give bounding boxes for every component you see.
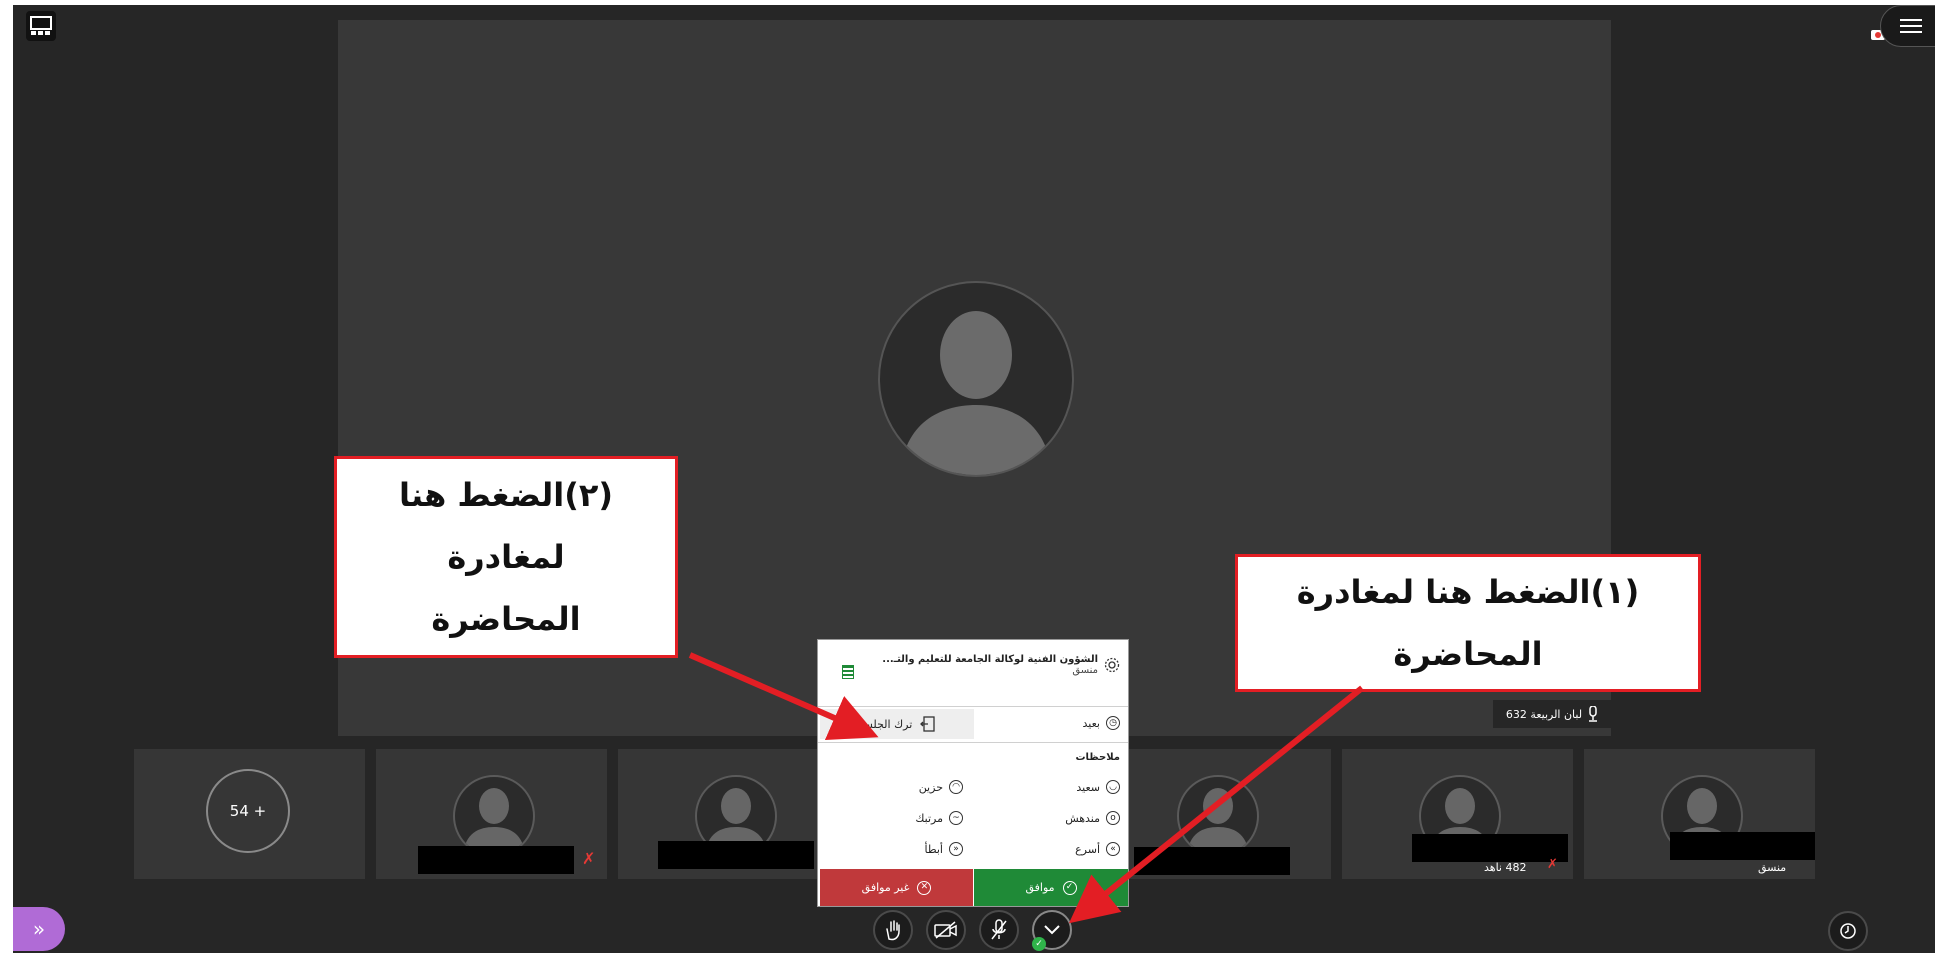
clock-icon (1840, 923, 1856, 939)
speaker-avatar (878, 281, 1074, 477)
thumbs-up-icon: ✓ (1062, 880, 1077, 895)
feedback-happy-label: سعيد (1076, 780, 1100, 794)
muted-mic-icon: ✗ (582, 849, 596, 868)
raise-hand-button[interactable] (873, 910, 913, 950)
status-ok-icon: ✓ (1032, 937, 1046, 951)
participant-tile[interactable]: ✗ (376, 749, 607, 879)
feedback-happy[interactable]: ◡ سعيد (1076, 780, 1120, 794)
feedback-confused-label: مرتبك (915, 811, 943, 825)
feedback-heading: ملاحظات (1075, 752, 1120, 763)
my-status-menu: الشؤون الفنية لوكالة الجامعة للتعليم وال… (817, 639, 1129, 907)
feedback-surprised-label: مندهش (1065, 811, 1100, 825)
person-silhouette-icon (463, 788, 525, 855)
annotation-two-line-2: لمغادرة (447, 538, 565, 576)
session-menu-button[interactable] (1880, 5, 1935, 47)
participant-avatar (453, 775, 535, 857)
participant-tile[interactable] (1100, 749, 1331, 879)
agree-label: موافق (1025, 881, 1055, 894)
menu-user-name: الشؤون الفنية لوكالة الجامعة للتعليم وال… (882, 654, 1098, 665)
clock-icon: ◷ (1106, 716, 1120, 730)
feedback-sad-label: حزين (918, 780, 943, 794)
participant-name: 482 ناهد (1484, 861, 1527, 874)
happy-face-icon: ◡ (1106, 780, 1120, 794)
annotation-callout-one: (١)الضغط هنا لمغادرة المحاضرة (1235, 554, 1701, 692)
annotation-two-line-3: المحاضرة (431, 600, 581, 638)
layout-icon (30, 16, 52, 35)
hamburger-icon (1900, 19, 1922, 33)
menu-header: الشؤون الفنية لوكالة الجامعة للتعليم وال… (882, 654, 1120, 676)
agree-button[interactable]: ✓ موافق (974, 869, 1128, 906)
feedback-sad[interactable]: ◠ حزين (919, 780, 963, 794)
away-label: بعيد (1082, 716, 1100, 730)
redacted-name (418, 846, 574, 874)
feedback-slower-label: أبطأ (924, 842, 944, 856)
annotation-two-line-1: (٢)الضغط هنا (398, 476, 614, 514)
chevron-down-icon (1044, 925, 1060, 935)
disagree-label: غير موافق (861, 881, 910, 894)
disagree-button[interactable]: ✕ غير موافق (820, 869, 973, 906)
exit-door-icon (920, 716, 935, 732)
muted-mic-icon: ✗ (1547, 857, 1558, 872)
more-participants-count: 54 + (206, 769, 290, 853)
hand-icon (886, 920, 900, 941)
camera-toggle-button[interactable] (926, 910, 966, 950)
confused-face-icon: ~ (949, 811, 963, 825)
annotation-callout-two: (٢)الضغط هنا لمغادرة المحاضرة (334, 456, 678, 658)
annotation-one-line-1: (١)الضغط هنا لمغادرة (1296, 573, 1640, 611)
gear-icon[interactable] (1104, 657, 1120, 673)
person-silhouette-icon (1187, 788, 1249, 855)
feedback-faster-label: أسرع (1075, 842, 1100, 856)
speed-slower-icon: « (949, 842, 963, 856)
redacted-name (1412, 834, 1568, 862)
layout-toggle-button[interactable] (26, 11, 56, 41)
speaker-name-tag: لبان الربيعة 632 (1493, 700, 1611, 728)
microphone-icon (1589, 706, 1598, 722)
microphone-toggle-button[interactable] (979, 910, 1019, 950)
away-option[interactable]: ◷ بعيد (1083, 716, 1120, 730)
speed-faster-icon: » (1106, 842, 1120, 856)
speaker-name: لبان الربيعة 632 (1505, 707, 1583, 721)
collaborate-panel-toggle[interactable]: » (13, 907, 65, 951)
annotation-one-line-2: المحاضرة (1393, 635, 1543, 673)
feedback-faster[interactable]: » أسرع (1075, 842, 1120, 856)
menu-user-role: منسق (1072, 665, 1098, 676)
feedback-slower[interactable]: « أبطأ (924, 842, 963, 856)
leave-session-button[interactable]: ترك الجلسة (820, 709, 974, 739)
attendee-icon (842, 665, 854, 679)
participant-tile[interactable]: 482 ناهد ✗ (1342, 749, 1573, 879)
participant-name: منسق (1758, 861, 1787, 874)
person-silhouette-icon (900, 311, 1052, 475)
redacted-name (1670, 832, 1815, 860)
more-participants-tile[interactable]: 54 + (134, 749, 365, 879)
participant-avatar (1177, 775, 1259, 857)
double-chevron-right-icon: » (32, 917, 46, 941)
sad-face-icon: ◠ (949, 780, 963, 794)
redacted-name (1134, 847, 1290, 875)
surprised-face-icon: o (1106, 811, 1120, 825)
feedback-surprised[interactable]: o مندهش (1065, 811, 1120, 825)
thumbs-down-icon: ✕ (917, 880, 932, 895)
participant-tile[interactable]: منسق (1584, 749, 1815, 879)
redacted-name (658, 841, 814, 869)
microphone-off-icon (991, 919, 1007, 940)
camera-off-icon (934, 921, 957, 939)
participant-tile[interactable] (618, 749, 849, 879)
feedback-confused[interactable]: ~ مرتبك (915, 811, 963, 825)
session-timer-button[interactable] (1828, 911, 1868, 951)
leave-session-label: ترك الجلسة (857, 717, 913, 731)
